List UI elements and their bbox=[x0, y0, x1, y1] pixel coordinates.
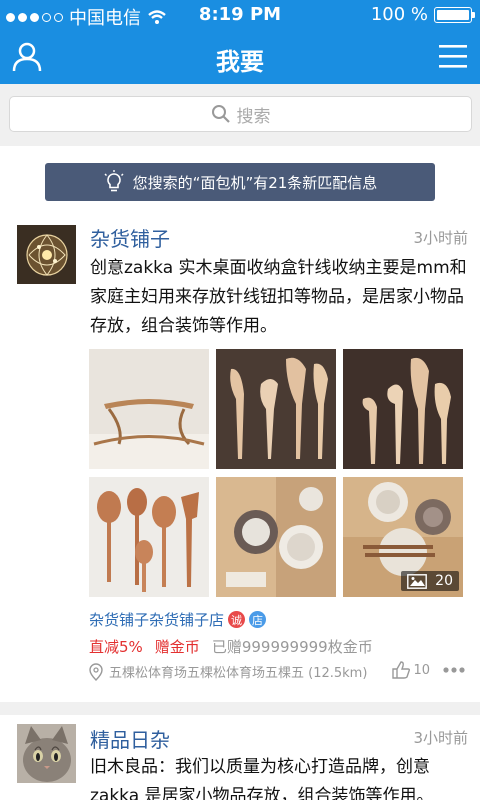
search-placeholder: 搜索 bbox=[236, 106, 271, 127]
search-area: 搜索 bbox=[0, 84, 480, 146]
coins-given-label: 已赠999999999枚金币 bbox=[211, 638, 373, 656]
post-actions: 10 bbox=[391, 660, 466, 680]
location-row: 五棵松体育场五棵松体育场五棵五 (12.5km) bbox=[89, 662, 367, 681]
product-image[interactable] bbox=[89, 477, 209, 597]
nav-bar: 我要 bbox=[0, 30, 480, 84]
post-time: 3小时前 bbox=[413, 729, 468, 747]
thumbs-up-icon bbox=[392, 661, 411, 679]
product-image[interactable] bbox=[343, 349, 463, 469]
image-count-badge: 20 bbox=[401, 571, 459, 591]
product-image[interactable] bbox=[216, 477, 336, 597]
location-text: 五棵松体育场五棵松体育场五棵五 (12.5km) bbox=[109, 666, 368, 681]
page-title: 我要 bbox=[216, 48, 264, 76]
like-count: 10 bbox=[413, 662, 430, 678]
image-icon bbox=[407, 573, 428, 589]
status-bar: 中国电信 8:19 PM 100 % bbox=[0, 0, 480, 30]
avatar[interactable] bbox=[17, 225, 76, 284]
gift-label: 赠金币 bbox=[154, 638, 200, 656]
battery-label: 100 % bbox=[370, 4, 428, 25]
battery-icon bbox=[434, 6, 475, 23]
discount-label: 直减5% bbox=[89, 638, 143, 656]
product-image[interactable] bbox=[89, 349, 209, 469]
product-image[interactable] bbox=[216, 349, 336, 469]
avatar[interactable] bbox=[17, 724, 76, 783]
store-badge: 店 bbox=[249, 611, 267, 628]
location-pin-icon bbox=[89, 662, 103, 681]
shop-link[interactable]: 杂货铺子杂货铺子店 诚 店 bbox=[89, 609, 267, 630]
notice-text: 您搜索的“面包机”有21条新匹配信息 bbox=[132, 173, 378, 192]
verified-badge: 诚 bbox=[228, 611, 246, 628]
match-notice[interactable]: 您搜索的“面包机”有21条新匹配信息 bbox=[45, 163, 435, 201]
post-text: 旧木良品：我们以质量为核心打造品牌，创意zakka 是居家小物品存放，组合装饰等… bbox=[90, 757, 434, 800]
post-time: 3小时前 bbox=[413, 229, 468, 247]
image-count: 20 bbox=[435, 573, 453, 589]
search-input[interactable]: 搜索 bbox=[9, 96, 472, 132]
more-icon[interactable] bbox=[442, 666, 466, 674]
lightbulb-icon bbox=[104, 170, 124, 192]
like-button[interactable]: 10 bbox=[391, 660, 430, 680]
search-icon bbox=[211, 105, 230, 123]
shop-name: 杂货铺子杂货铺子店 bbox=[89, 611, 225, 629]
promo-row: 直减5% 赠金币 已赠999999999枚金币 bbox=[89, 636, 373, 657]
post-divider bbox=[0, 702, 480, 715]
feed: 您搜索的“面包机”有21条新匹配信息 杂货铺子 3小时前 创意zakka 实木桌… bbox=[0, 146, 480, 800]
menu-button[interactable] bbox=[434, 38, 472, 76]
hamburger-icon bbox=[439, 45, 467, 68]
product-image[interactable]: 20 bbox=[343, 477, 463, 597]
post-author[interactable]: 精品日杂 bbox=[90, 724, 170, 753]
post-text: 创意zakka 实木桌面收纳盒针线收纳主要是mm和家庭主妇用来存放针线钮扣等物品… bbox=[90, 258, 467, 336]
post-author[interactable]: 杂货铺子 bbox=[90, 223, 170, 252]
